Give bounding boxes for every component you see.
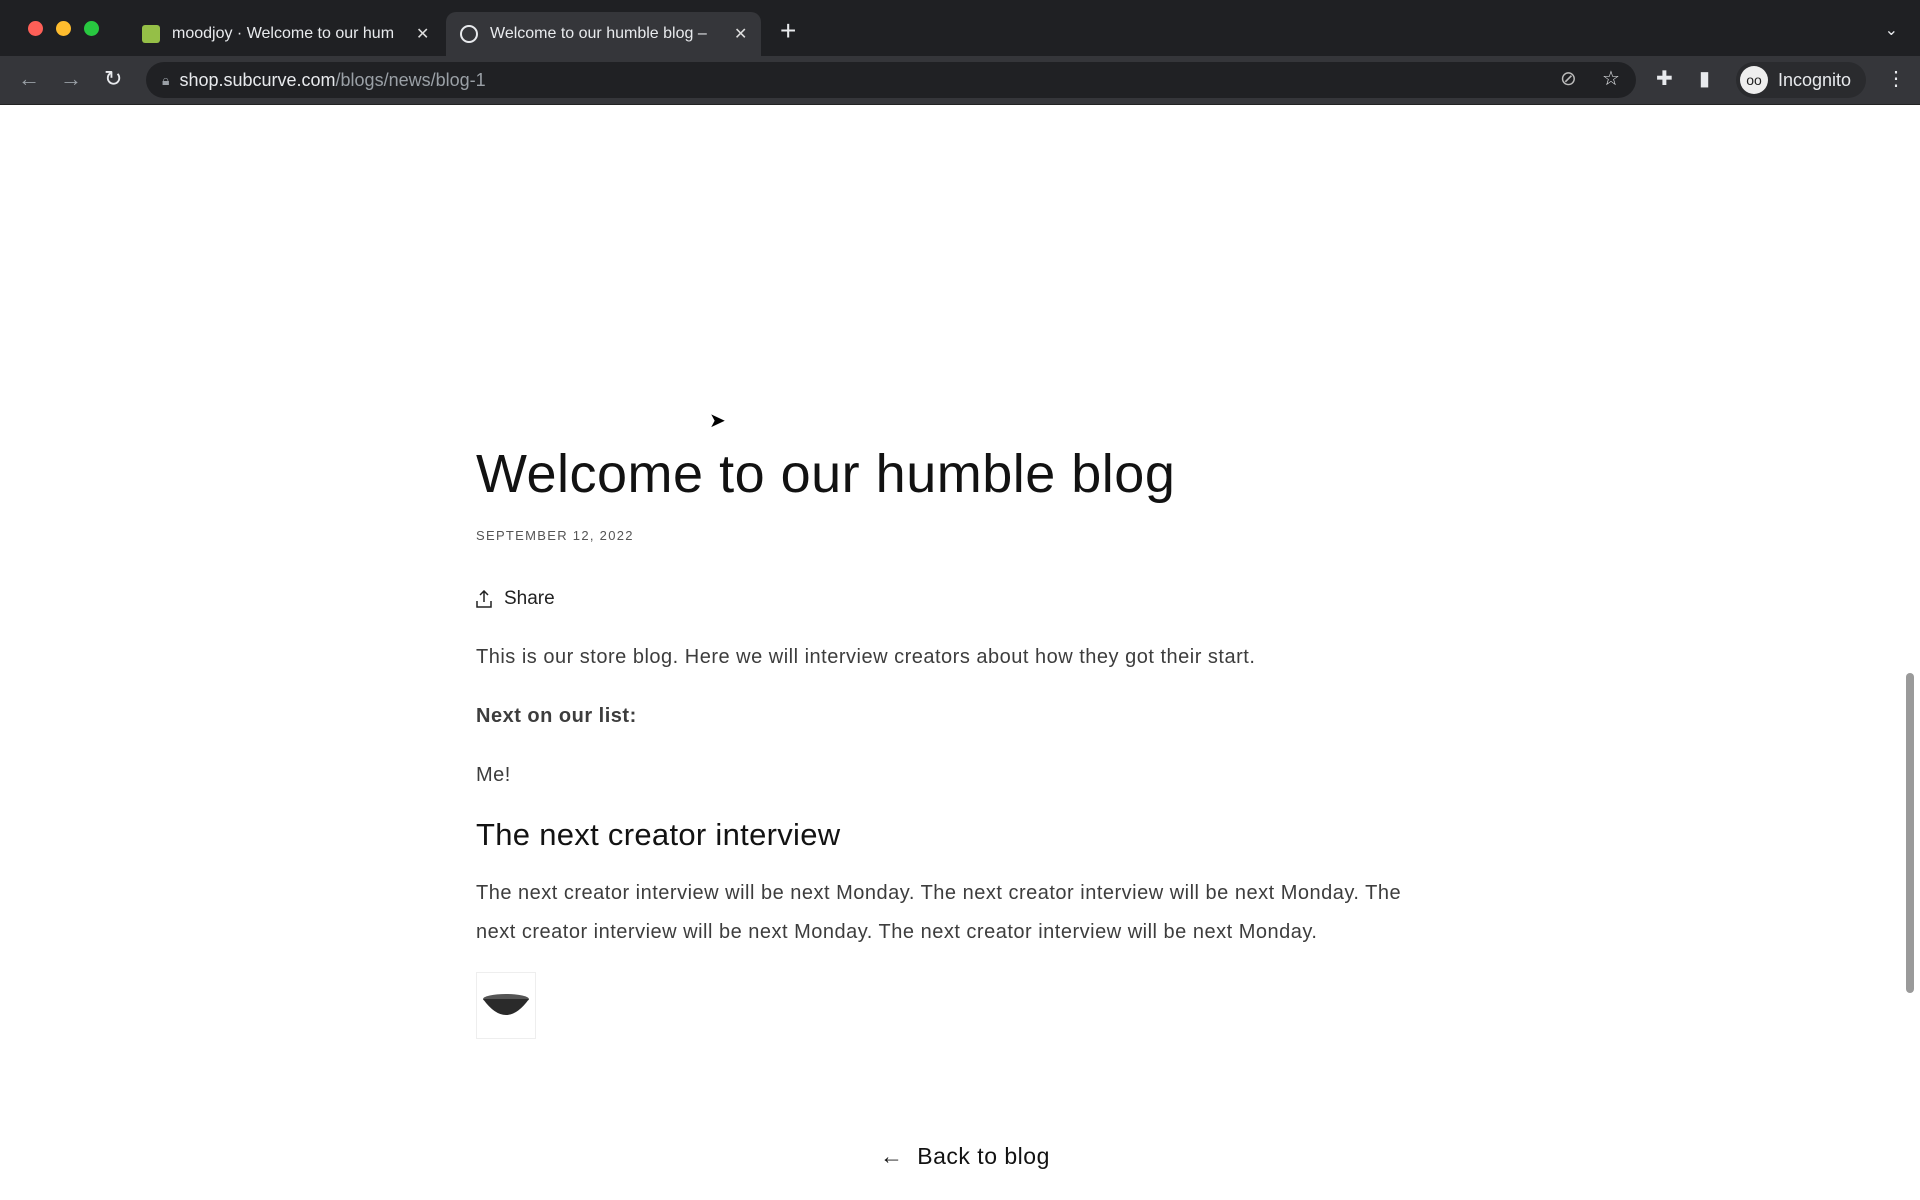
close-tab-icon[interactable]: ✕ — [734, 24, 747, 44]
maximize-window-button[interactable] — [84, 21, 99, 36]
next-value: Me! — [476, 764, 511, 786]
globe-icon — [460, 25, 478, 43]
tab-bar: moodjoy · Welcome to our hum ✕ Welcome t… — [0, 0, 1920, 56]
reload-icon[interactable]: ↻ — [104, 66, 122, 92]
url-path: /blogs/news/blog-1 — [335, 69, 486, 90]
window-controls — [28, 21, 99, 36]
url-text[interactable]: shop.subcurve.com/blogs/news/blog-1 — [179, 70, 485, 91]
eye-off-icon[interactable]: ⊘ — [1560, 66, 1577, 91]
tab-search-chevron-icon[interactable]: ⌄ — [1885, 20, 1898, 40]
intro-paragraph: This is our store blog. Here we will int… — [476, 646, 1256, 668]
share-button[interactable]: Share — [476, 588, 555, 610]
article-body: This is our store blog. Here we will int… — [476, 638, 1436, 1039]
lock-icon: 🔒︎ — [162, 71, 170, 88]
mouse-cursor-icon: ➤ — [709, 410, 726, 432]
browser-toolbar: ← → ↻ 🔒︎ shop.subcurve.com/blogs/news/bl… — [0, 56, 1920, 105]
share-icon — [476, 590, 492, 608]
minimize-window-button[interactable] — [56, 21, 71, 36]
tab-moodjoy[interactable]: moodjoy · Welcome to our hum ✕ — [128, 12, 443, 56]
next-label: Next on our list: — [476, 705, 637, 727]
back-label: Back to blog — [917, 1143, 1050, 1169]
extensions-icon[interactable]: ✚ — [1656, 66, 1673, 91]
address-bar[interactable]: 🔒︎ shop.subcurve.com/blogs/news/blog-1 — [146, 62, 1636, 98]
forward-arrow-icon[interactable]: → — [60, 66, 82, 92]
close-window-button[interactable] — [28, 21, 43, 36]
share-label: Share — [504, 588, 555, 609]
interview-paragraph: The next creator interview will be next … — [476, 882, 1402, 943]
incognito-icon: oo — [1740, 66, 1768, 94]
back-to-blog-link[interactable]: ← Back to blog — [880, 1143, 1050, 1170]
bowl-image — [476, 972, 536, 1039]
tab-title: Welcome to our humble blog – — [490, 25, 707, 42]
shopify-icon — [142, 25, 160, 43]
incognito-profile-button[interactable]: oo Incognito — [1736, 62, 1866, 98]
close-tab-icon[interactable]: ✕ — [416, 24, 429, 44]
url-host: shop.subcurve.com — [179, 69, 336, 90]
article-date: SEPTEMBER 12, 2022 — [476, 528, 634, 543]
tab-blog[interactable]: Welcome to our humble blog – ✕ — [446, 12, 762, 56]
side-panel-icon[interactable]: ▮ — [1699, 66, 1710, 91]
menu-icon[interactable]: ⋮ — [1886, 66, 1906, 91]
article-title: Welcome to our humble blog — [476, 444, 1176, 504]
tab-title: moodjoy · Welcome to our hum — [172, 25, 395, 42]
subheading: The next creator interview — [476, 817, 841, 852]
scrollbar-thumb[interactable] — [1906, 673, 1914, 993]
star-icon[interactable]: ☆ — [1602, 66, 1620, 91]
new-tab-button[interactable]: + — [780, 16, 796, 46]
arrow-left-icon: ← — [880, 1143, 904, 1169]
profile-label: Incognito — [1778, 69, 1852, 90]
back-arrow-icon[interactable]: ← — [18, 66, 40, 92]
